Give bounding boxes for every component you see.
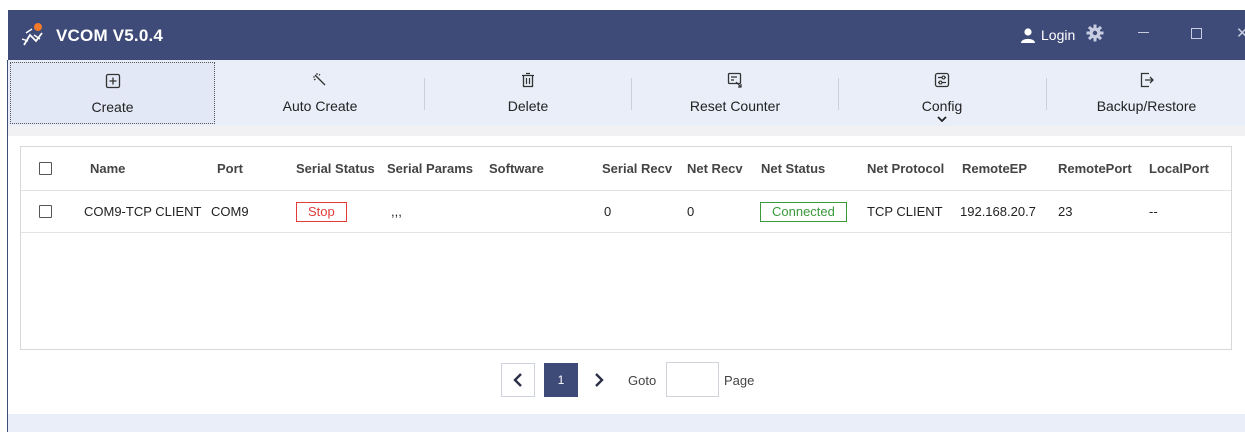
page-label: Page [724,372,755,388]
column-header-remote-ep[interactable]: RemoteEP [962,147,1027,190]
cell-port: COM9 [211,204,249,219]
reset-counter-icon [727,72,742,88]
goto-page-input[interactable] [666,362,719,397]
auto-create-button[interactable]: Auto Create [220,62,420,124]
cell-serial-params: ,,, [391,204,402,219]
backup-restore-icon [1140,72,1154,88]
cell-remote-port: 23 [1058,204,1073,219]
row-checkbox[interactable] [39,205,52,218]
current-page-button[interactable]: 1 [544,363,578,397]
table-header: Name Port Serial Status Serial Params So… [21,147,1231,191]
column-header-port[interactable]: Port [217,147,243,190]
trash-icon [522,72,534,88]
close-button[interactable]: ✕ [1236,24,1245,42]
chevron-right-icon [595,373,604,387]
column-header-net-recv[interactable]: Net Recv [687,147,743,190]
backup-restore-label: Backup/Restore [1096,98,1197,114]
toolbar-separator-strip [8,126,1245,136]
column-header-name[interactable]: Name [90,147,125,190]
delete-label: Delete [507,98,549,114]
port-table: Name Port Serial Status Serial Params So… [20,146,1232,350]
toolbar: Create Auto Create Delete Reset Counter … [8,60,1245,126]
cell-serial-recv: 0 [604,204,612,219]
net-status-badge: Connected [760,201,847,222]
cell-remote-ep: 192.168.20.7 [960,204,1036,219]
cell-name: COM9-TCP CLIENT [84,204,202,219]
config-sliders-icon [934,72,950,88]
cell-net-recv: 0 [687,204,695,219]
column-header-serial-status[interactable]: Serial Status [296,147,375,190]
config-label: Config [921,98,963,114]
gear-icon[interactable] [1086,24,1104,42]
reset-counter-label: Reset Counter [689,98,781,114]
cell-net-protocol: TCP CLIENT [867,204,943,219]
reset-counter-button[interactable]: Reset Counter [635,62,835,124]
serial-status-badge: Stop [296,201,347,222]
magic-wand-icon [313,73,326,86]
user-icon [1021,28,1035,43]
toolbar-divider [838,78,839,110]
column-header-serial-recv[interactable]: Serial Recv [602,147,672,190]
login-label: Login [1041,27,1076,43]
next-page-button[interactable] [587,363,611,397]
column-header-serial-params[interactable]: Serial Params [387,147,473,190]
column-header-local-port[interactable]: LocalPort [1149,147,1209,190]
login-button[interactable]: Login [1020,10,1075,60]
delete-button[interactable]: Delete [428,62,628,124]
vcom-logo-icon [21,23,43,46]
auto-create-label: Auto Create [282,98,358,114]
minimize-button[interactable] [1138,32,1149,33]
select-all-checkbox[interactable] [39,162,52,175]
column-header-software[interactable]: Software [489,147,544,190]
toolbar-divider [631,78,632,110]
config-button[interactable]: Config [842,62,1042,124]
chevron-left-icon [513,373,522,387]
chevron-down-icon [937,116,947,122]
toolbar-divider [1046,78,1047,110]
column-header-remote-port[interactable]: RemotePort [1058,147,1132,190]
prev-page-button[interactable] [501,363,535,397]
backup-restore-button[interactable]: Backup/Restore [1050,62,1243,124]
app-title: VCOM V5.0.4 [56,26,164,45]
create-label: Create [91,99,134,115]
maximize-button[interactable] [1191,28,1202,39]
goto-label: Goto [628,372,657,388]
cell-local-port: -- [1149,204,1158,219]
vcom-window: VCOM V5.0.4 Login ✕ Create Auto Create D… [0,0,1245,432]
title-bar: VCOM V5.0.4 Login ✕ [8,10,1245,60]
plus-square-icon [105,73,120,89]
create-button[interactable]: Create [10,62,215,124]
table-row[interactable]: COM9-TCP CLIENT COM9 Stop ,,, 0 0 Connec… [21,191,1231,233]
column-header-net-protocol[interactable]: Net Protocol [867,147,944,190]
status-bar [8,414,1245,432]
column-header-net-status[interactable]: Net Status [761,147,825,190]
toolbar-divider [424,78,425,110]
